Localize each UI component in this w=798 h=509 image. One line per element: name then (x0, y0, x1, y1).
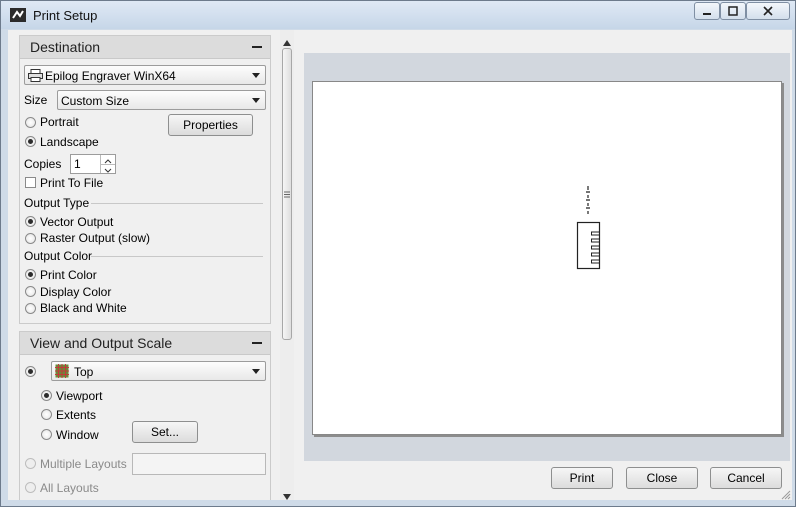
preview-page (312, 81, 782, 435)
scroll-down-icon[interactable] (283, 489, 291, 503)
printer-icon (28, 69, 43, 85)
window-title: Print Setup (33, 8, 98, 23)
portrait-radio[interactable] (25, 117, 36, 128)
printer-value: Epilog Engraver WinX64 (45, 69, 176, 83)
viewport-label: Viewport (56, 389, 103, 403)
viewport-radio[interactable] (41, 390, 52, 401)
multiple-layouts-radio[interactable] (25, 458, 36, 469)
view-output-scale-group: View and Output Scale Top Viewport Exten… (19, 331, 271, 500)
view-value: Top (74, 365, 94, 379)
vector-output-label: Vector Output (40, 215, 114, 229)
settings-panel: Destination Epilog Engraver WinX64 Size … (8, 30, 278, 500)
title-bar[interactable]: Print Setup (1, 1, 795, 29)
chevron-down-icon (252, 98, 260, 103)
settings-scrollbar[interactable] (280, 30, 294, 500)
size-select[interactable]: Custom Size (57, 90, 266, 110)
print-preview-area (304, 53, 790, 461)
print-to-file-label: Print To File (40, 176, 104, 190)
all-layouts-radio[interactable] (25, 482, 36, 493)
extents-radio[interactable] (41, 409, 52, 420)
size-label: Size (24, 93, 48, 107)
multiple-layouts-field[interactable] (132, 453, 266, 475)
chevron-down-icon (252, 369, 260, 374)
dialog-body: Destination Epilog Engraver WinX64 Size … (8, 30, 792, 500)
destination-header[interactable]: Destination (20, 36, 270, 59)
print-color-label: Print Color (40, 268, 97, 282)
window-radio[interactable] (41, 429, 52, 440)
view-select[interactable]: Top (51, 361, 266, 381)
size-value: Custom Size (61, 94, 130, 108)
minimize-button[interactable] (694, 2, 720, 20)
divider (91, 203, 263, 204)
view-output-scale-header[interactable]: View and Output Scale (20, 332, 270, 355)
maximize-button[interactable] (720, 2, 746, 20)
print-setup-window: Print Setup Destination Epilog Engraver … (0, 0, 796, 507)
close-button[interactable]: Close (626, 467, 698, 489)
app-icon (9, 6, 27, 24)
scrollbar-thumb[interactable] (282, 48, 292, 340)
view-output-scale-title: View and Output Scale (30, 335, 173, 351)
print-color-radio[interactable] (25, 269, 36, 280)
collapse-view-scale-icon[interactable] (252, 342, 262, 344)
destination-group: Destination Epilog Engraver WinX64 Size … (19, 35, 271, 324)
landscape-radio[interactable] (25, 136, 36, 147)
close-window-button[interactable] (746, 2, 790, 20)
copies-label: Copies (24, 157, 62, 171)
properties-button[interactable]: Properties (168, 114, 253, 136)
multiple-layouts-label: Multiple Layouts (40, 457, 127, 471)
output-color-label: Output Color (24, 249, 93, 263)
view-radio[interactable] (25, 366, 36, 377)
window-label: Window (56, 428, 99, 442)
print-to-file-checkbox[interactable] (25, 177, 36, 188)
cancel-button[interactable]: Cancel (710, 467, 782, 489)
preview-drawing (576, 186, 601, 270)
printer-select[interactable]: Epilog Engraver WinX64 (24, 65, 266, 85)
extents-label: Extents (56, 408, 97, 422)
output-type-label: Output Type (24, 196, 90, 210)
black-and-white-radio[interactable] (25, 303, 36, 314)
raster-output-radio[interactable] (25, 233, 36, 244)
collapse-destination-icon[interactable] (252, 46, 262, 48)
display-color-radio[interactable] (25, 286, 36, 297)
vector-output-radio[interactable] (25, 216, 36, 227)
destination-title: Destination (30, 39, 101, 55)
set-window-button[interactable]: Set... (132, 421, 198, 443)
all-layouts-label: All Layouts (40, 481, 99, 495)
decrement-icon[interactable] (100, 164, 115, 173)
divider (91, 256, 263, 257)
black-and-white-label: Black and White (40, 301, 127, 315)
portrait-label: Portrait (40, 115, 79, 129)
scroll-up-icon[interactable] (283, 35, 291, 49)
chevron-down-icon (252, 73, 260, 78)
viewport-grid-icon (55, 364, 69, 381)
copies-stepper[interactable]: 1 (70, 154, 116, 174)
copies-value: 1 (74, 157, 81, 171)
landscape-label: Landscape (40, 135, 99, 149)
raster-output-label: Raster Output (slow) (40, 231, 151, 245)
display-color-label: Display Color (40, 285, 112, 299)
print-button[interactable]: Print (551, 467, 613, 489)
resize-grip-icon[interactable] (781, 489, 791, 503)
